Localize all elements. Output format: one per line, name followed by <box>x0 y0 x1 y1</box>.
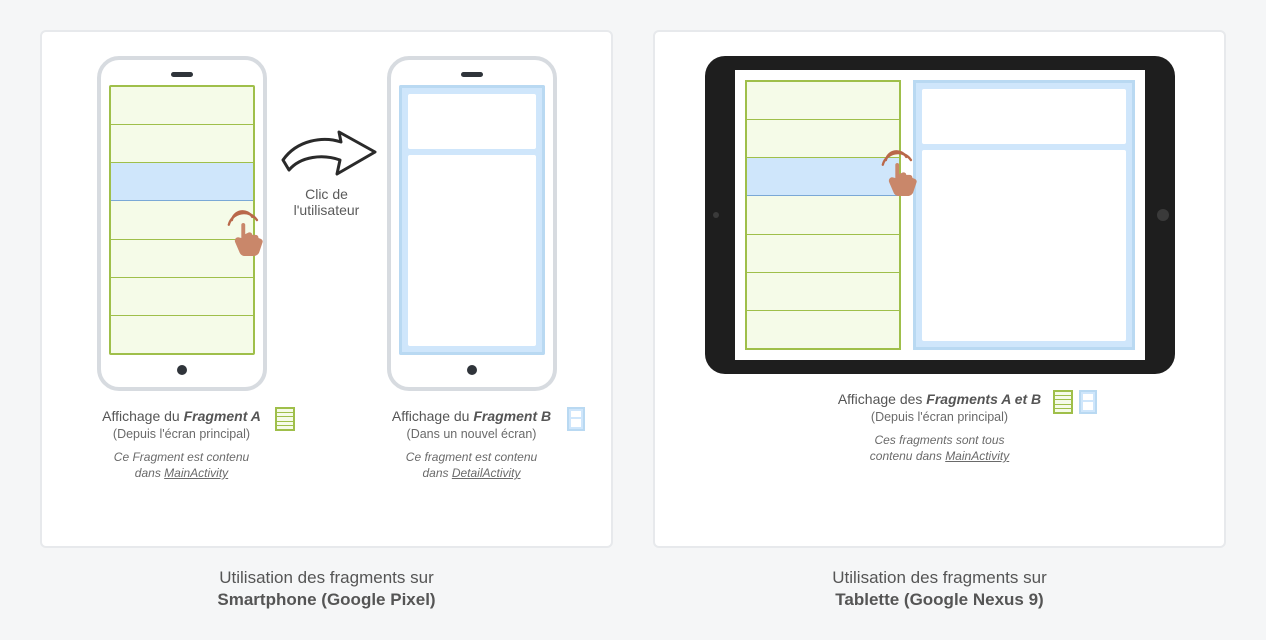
flow-arrow-column: Clic del'utilisateur <box>267 126 387 218</box>
tablet-detail-screen <box>913 80 1135 350</box>
detail-screen-b <box>399 85 545 355</box>
tablet-selected-row[interactable] <box>747 158 899 196</box>
mini-pair-icon <box>1053 390 1097 414</box>
tablet-panel: Affichage des Fragments A et B (Depuis l… <box>653 30 1226 548</box>
mini-detail-icon <box>567 407 585 431</box>
phone-fragment-b: Affichage du Fragment B (Dans un nouvel … <box>387 56 557 481</box>
phone-device-b <box>387 56 557 391</box>
list-screen-a <box>109 85 255 355</box>
caption-tablet: Affichage des Fragments A et B (Depuis l… <box>838 390 1041 464</box>
arrow-icon <box>277 126 377 180</box>
selected-list-row[interactable] <box>111 163 253 201</box>
tablet-device <box>705 56 1175 374</box>
smartphone-section: Affichage du Fragment A (Depuis l'écran … <box>40 30 613 610</box>
smartphone-panel: Affichage du Fragment A (Depuis l'écran … <box>40 30 613 548</box>
tablet-fragment-ab: Affichage des Fragments A et B (Depuis l… <box>705 56 1175 464</box>
tablet-section: Affichage des Fragments A et B (Depuis l… <box>653 30 1226 610</box>
smartphone-caption: Utilisation des fragments sur Smartphone… <box>40 568 613 610</box>
phone-device-a <box>97 56 267 391</box>
phone-fragment-a: Affichage du Fragment A (Depuis l'écran … <box>97 56 267 481</box>
tablet-list-screen <box>745 80 901 350</box>
mini-list-icon <box>275 407 295 431</box>
tablet-caption: Utilisation des fragments sur Tablette (… <box>653 568 1226 610</box>
caption-fragment-b: Affichage du Fragment B (Dans un nouvel … <box>392 407 551 481</box>
caption-fragment-a: Affichage du Fragment A (Depuis l'écran … <box>102 407 261 481</box>
click-label: Clic del'utilisateur <box>294 186 360 218</box>
